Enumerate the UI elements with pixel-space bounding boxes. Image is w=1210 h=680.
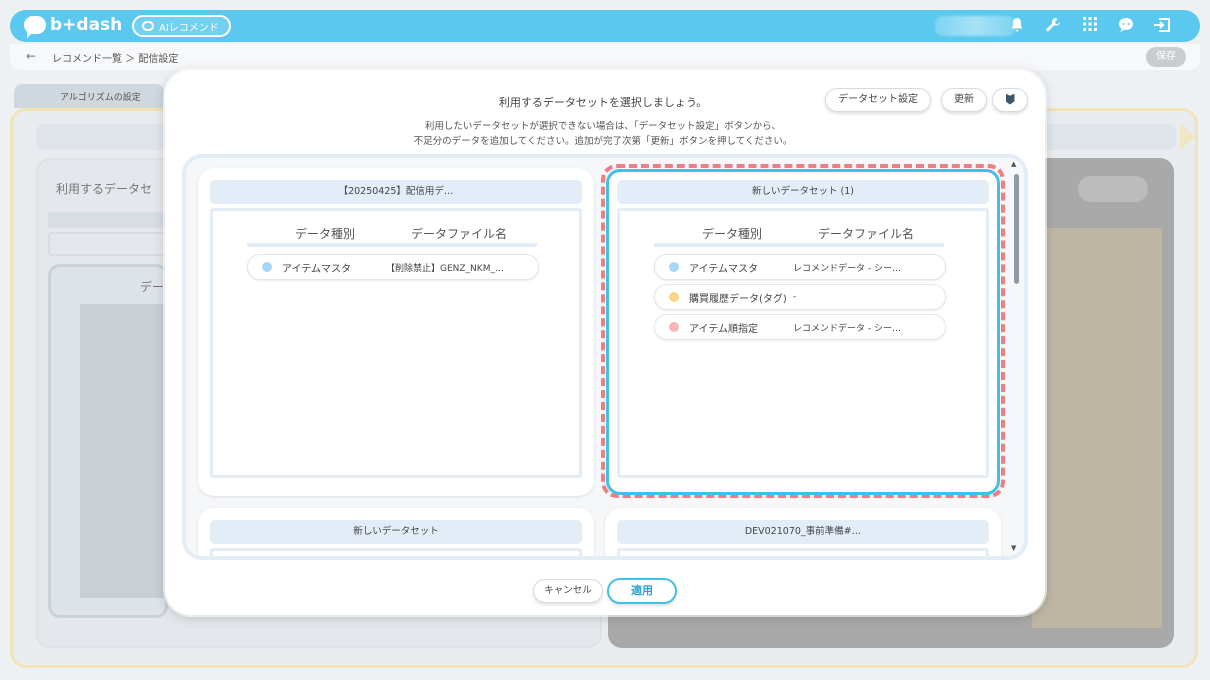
- bell-icon[interactable]: [1008, 17, 1026, 35]
- data-type-dot: [262, 262, 272, 272]
- back-arrow-icon[interactable]: ←: [26, 49, 36, 63]
- apply-button[interactable]: 適用: [607, 578, 677, 604]
- dataset-card-body: データ種別 データファイル名 アイテムマスタ 【削除禁止】GENZ_NKM_…: [210, 208, 582, 478]
- column-header-file: データファイル名: [411, 227, 508, 241]
- background-section-title: 利用するデータセ: [56, 182, 153, 196]
- background-bar: [48, 212, 168, 228]
- dataset-list[interactable]: 【20250425】配信用デ… データ種別 データファイル名 アイテムマスタ 【…: [182, 154, 1028, 560]
- dataset-card-title: 【20250425】配信用デ…: [210, 180, 582, 204]
- save-button[interactable]: 保存: [1146, 47, 1186, 67]
- background-inner-fill: [80, 304, 168, 598]
- scrollbar-thumb[interactable]: [1014, 174, 1019, 284]
- tab-algorithm-settings[interactable]: アルゴリズムの設定: [14, 84, 164, 108]
- modal-description-line2: 不足分のデータを追加してください。追加が完了次第「更新」ボタンを押してください。: [413, 136, 793, 147]
- beginner-mark-icon: [1005, 93, 1015, 105]
- background-field: [48, 232, 168, 256]
- dataset-card[interactable]: DEV021070_事前準備#…: [605, 508, 1001, 556]
- scroll-up-arrow-icon[interactable]: ▲: [1011, 160, 1016, 168]
- app-chip-label: AIレコメンド: [159, 22, 219, 34]
- selected-border: [606, 169, 1000, 495]
- column-headers: データ種別 データファイル名: [295, 225, 507, 242]
- list-item: アイテムマスタ 【削除禁止】GENZ_NKM_…: [247, 254, 539, 280]
- logo-bubble-icon: [24, 16, 46, 38]
- dataset-select-modal: 利用するデータセットを選択しましょう。 利用したいデータセットが選択できない場合…: [165, 70, 1045, 615]
- dataset-card-body: [210, 548, 582, 556]
- modal-description-line1: 利用したいデータセットが選択できない場合は、「データセット設定」ボタンから、: [424, 121, 782, 132]
- logout-icon[interactable]: [1153, 17, 1171, 35]
- refresh-button[interactable]: 更新: [941, 88, 987, 112]
- top-header: b+dash AIレコメンド: [10, 10, 1200, 42]
- breadcrumb-bar: ← レコメンド一覧 ＞ 配信設定 保存: [10, 44, 1200, 70]
- beginner-guide-button[interactable]: [992, 88, 1028, 112]
- scroll-down-arrow-icon[interactable]: ▼: [1011, 544, 1016, 552]
- user-info-blurred[interactable]: [935, 16, 1015, 36]
- app-chip-ai-recommend[interactable]: AIレコメンド: [132, 15, 231, 37]
- data-file-name: 【削除禁止】GENZ_NKM_…: [386, 263, 504, 274]
- dataset-card[interactable]: 【20250425】配信用デ… データ種別 データファイル名 アイテムマスタ 【…: [198, 168, 594, 496]
- grid-icon[interactable]: [1081, 17, 1099, 35]
- dataset-setting-button[interactable]: データセット設定: [825, 88, 931, 112]
- dataset-card-body: [617, 548, 989, 556]
- support-icon[interactable]: [1117, 17, 1135, 35]
- ai-recommend-icon: [142, 21, 154, 31]
- cancel-button[interactable]: キャンセル: [533, 579, 603, 603]
- background-right-list: [1032, 228, 1162, 628]
- dataset-card-title: DEV021070_事前準備#…: [617, 520, 989, 544]
- logo-text: b+dash: [50, 15, 123, 35]
- dataset-card[interactable]: 新しいデータセット: [198, 508, 594, 556]
- dataset-card-title: 新しいデータセット: [210, 520, 582, 544]
- background-inner-label: デー: [140, 280, 165, 294]
- background-right-controls: [1078, 176, 1148, 202]
- column-header-type: データ種別: [295, 227, 356, 241]
- column-underline: [247, 243, 537, 247]
- breadcrumb[interactable]: レコメンド一覧 ＞ 配信設定: [52, 50, 178, 65]
- logo[interactable]: b+dash: [24, 15, 123, 38]
- background-arrow-shape: [1180, 124, 1196, 150]
- wrench-icon[interactable]: [1044, 17, 1062, 35]
- data-type-label: アイテムマスタ: [282, 263, 351, 275]
